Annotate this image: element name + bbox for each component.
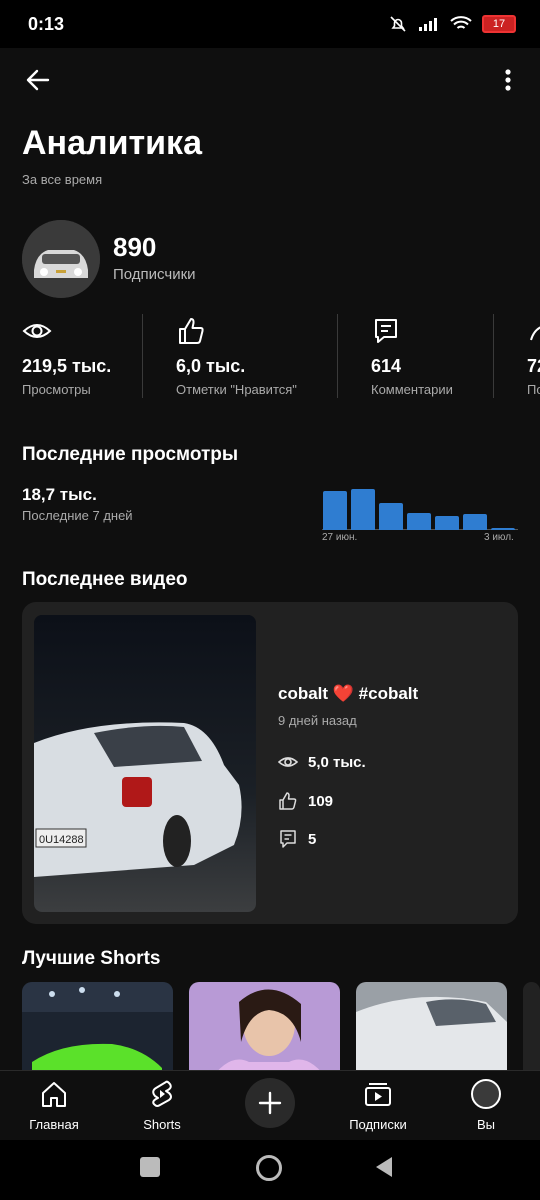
short-thumbnail[interactable] (189, 982, 340, 1082)
nav-subscriptions[interactable]: Подписки (328, 1077, 428, 1132)
nav-you[interactable]: Вы (436, 1077, 536, 1132)
video-views-value: 5,0 тыс. (308, 753, 366, 771)
chart-bar (407, 513, 431, 530)
shorts-icon (152, 1080, 172, 1107)
status-bar: 0:13 17 (0, 0, 540, 48)
recent-views-title: Последние просмотры (22, 444, 239, 465)
video-comments: 5 (278, 829, 316, 849)
best-shorts-title: Лучшие Shorts (22, 948, 161, 969)
subscriber-label: Подписчики (113, 266, 196, 283)
battery-icon: 17 (482, 15, 516, 33)
stat-likes[interactable]: 6,0 тыс. Отметки "Нравится" (176, 312, 316, 402)
system-nav-bar (0, 1140, 540, 1200)
short-thumbnail[interactable] (356, 982, 507, 1082)
video-thumbnail[interactable]: 0U14288 (34, 615, 256, 912)
stat-shares-value: 72 (527, 356, 540, 376)
stat-comments[interactable]: 614 Комментарии (371, 312, 481, 402)
video-age: 9 дней назад (278, 713, 357, 728)
home-icon (42, 1082, 66, 1107)
stat-likes-value: 6,0 тыс. (176, 356, 246, 376)
recents-icon[interactable] (140, 1157, 160, 1177)
chart-bar (379, 503, 403, 530)
wifi-icon (450, 16, 472, 29)
stats-row: 219,5 тыс. Просмотры 6,0 тыс. Отметки "Н… (0, 312, 540, 402)
stat-shares-label: По (527, 382, 540, 397)
divider (337, 314, 338, 398)
white-car-short-image (356, 982, 507, 1082)
white-car-image: 0U14288 (34, 615, 256, 912)
chart-bar (435, 516, 459, 530)
home-system-icon[interactable] (256, 1155, 282, 1181)
stat-views[interactable]: 219,5 тыс. Просмотры (22, 312, 132, 402)
video-comments-value: 5 (308, 830, 317, 848)
latest-video-title: Последнее видео (22, 569, 188, 590)
stat-comments-label: Комментарии (371, 382, 453, 397)
back-arrow-icon[interactable] (22, 64, 54, 96)
stat-views-label: Просмотры (22, 382, 91, 397)
signal-icon (419, 18, 437, 31)
eye-icon (278, 757, 298, 767)
subscriber-count: 890 (113, 232, 157, 262)
page-title: Аналитика (22, 124, 202, 162)
channel-avatar[interactable] (22, 220, 100, 298)
video-likes-value: 109 (308, 792, 334, 810)
back-system-icon[interactable] (374, 1155, 394, 1179)
svg-text:0U14288: 0U14288 (39, 834, 84, 846)
chart-bar (491, 528, 515, 530)
chart-bar (463, 514, 487, 530)
video-likes: 109 (278, 791, 333, 811)
nav-home[interactable]: Главная (4, 1077, 104, 1132)
stat-shares[interactable]: 72 По (527, 312, 540, 402)
subscriptions-icon (365, 1083, 391, 1106)
car-avatar-image (22, 220, 100, 298)
recent-views-period: Последние 7 дней (22, 508, 133, 523)
nav-you-label: Вы (476, 1117, 495, 1132)
status-time: 0:13 (28, 14, 65, 34)
recent-views-chart[interactable] (322, 480, 518, 530)
more-options-icon[interactable] (498, 64, 518, 96)
portrait-image (189, 982, 340, 1082)
video-title[interactable]: cobalt ❤️ #cobalt (278, 684, 418, 704)
share-icon (530, 326, 540, 341)
chart-tick-start: 27 июн. (322, 532, 358, 543)
page-subtitle: За все время (22, 172, 103, 187)
video-views: 5,0 тыс. (278, 752, 366, 772)
thumbs-up-icon (279, 792, 297, 810)
avatar (471, 1079, 501, 1109)
divider (493, 314, 494, 398)
chart-bar (351, 488, 375, 530)
stat-comments-value: 614 (371, 356, 402, 376)
nav-shorts[interactable]: Shorts (112, 1077, 212, 1132)
comment-icon (280, 830, 296, 848)
chart-tick-end: 3 июл. (484, 532, 514, 543)
eye-icon (22, 324, 52, 338)
chart-bar (323, 491, 347, 530)
comment-icon (375, 319, 397, 343)
green-car-image (22, 982, 173, 1082)
nav-subscriptions-label: Подписки (349, 1117, 407, 1132)
stat-likes-label: Отметки "Нравится" (176, 382, 297, 397)
plus-icon (258, 1091, 282, 1115)
mute-bell-icon (390, 16, 406, 32)
create-button[interactable] (245, 1078, 295, 1128)
nav-home-label: Главная (29, 1117, 79, 1132)
recent-views-value: 18,7 тыс. (22, 485, 97, 504)
stat-views-value: 219,5 тыс. (22, 356, 112, 376)
status-icons: 17 (388, 14, 516, 34)
short-thumbnail[interactable] (523, 982, 540, 1082)
divider (142, 314, 143, 398)
nav-shorts-label: Shorts (143, 1117, 181, 1132)
thumbs-up-icon (179, 318, 204, 344)
short-thumbnail[interactable] (22, 982, 173, 1082)
